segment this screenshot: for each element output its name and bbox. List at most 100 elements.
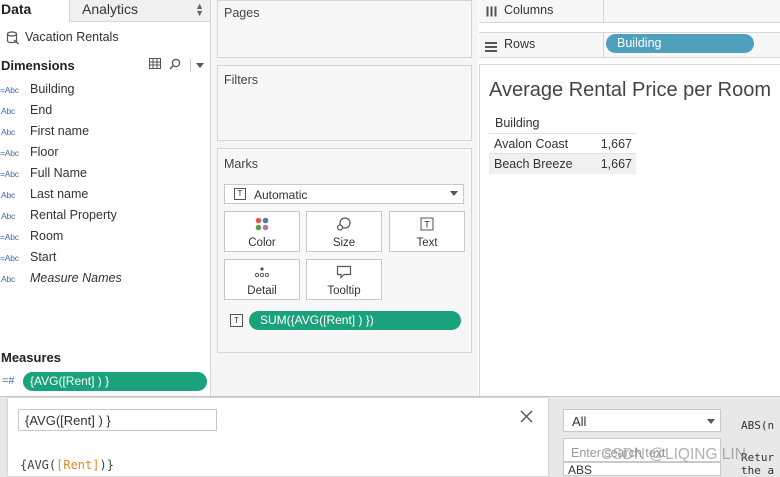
rows-building-pill[interactable]: Building	[606, 34, 754, 53]
calculation-name-input[interactable]: {AVG([Rent] ) }	[18, 409, 217, 431]
datasource-icon	[6, 31, 20, 48]
string-type-icon: =Abc	[0, 232, 19, 242]
field-label: Full Name	[30, 166, 87, 180]
marks-text-pill[interactable]: SUM({AVG([Rent] ) })	[249, 311, 461, 330]
dimension-field[interactable]: =Abc Full Name	[0, 164, 208, 184]
function-description-text: Retur the a	[741, 451, 775, 477]
dimension-field[interactable]: Abc Measure Names	[0, 269, 208, 289]
size-icon	[307, 217, 381, 231]
string-type-icon: =Abc	[0, 148, 19, 158]
function-list-item[interactable]: ABS	[568, 463, 592, 475]
color-button[interactable]: Color	[224, 211, 300, 252]
dimension-field[interactable]: =Abc Room	[0, 227, 208, 247]
datasource-label: Vacation Rentals	[25, 30, 119, 44]
building-cell: Beach Breeze	[494, 157, 573, 171]
tab-analytics-label: Analytics	[82, 1, 139, 17]
number-type-icon: =#	[2, 375, 15, 387]
formula-text: )}	[99, 458, 114, 472]
watermark: CSDN @LIQING LIN	[601, 446, 746, 463]
dimension-field[interactable]: Abc Last name	[0, 185, 208, 205]
chevron-down-icon	[450, 191, 458, 196]
detail-icon	[225, 265, 299, 279]
string-type-icon: Abc	[1, 106, 16, 116]
columns-shelf[interactable]: Columns	[479, 0, 780, 23]
dimension-field[interactable]: Abc First name	[0, 122, 208, 142]
measure-pill[interactable]: {AVG([Rent] ) }	[23, 372, 207, 391]
detail-button[interactable]: Detail	[224, 259, 300, 300]
string-type-icon: =Abc	[0, 169, 19, 179]
dimension-field[interactable]: Abc End	[0, 101, 208, 121]
dimensions-menu-chevron-down-icon[interactable]	[196, 63, 204, 68]
view-title: Average Rental Price per Room	[489, 79, 771, 101]
table-row[interactable]: Avalon Coast 1,667	[489, 133, 636, 154]
function-list[interactable]: ABS	[563, 462, 721, 476]
text-mark-icon: T	[230, 314, 243, 327]
field-label: Floor	[30, 145, 59, 159]
dimension-field[interactable]: =Abc Start	[0, 248, 208, 268]
tooltip-icon	[307, 265, 381, 279]
string-type-icon: Abc	[1, 190, 16, 200]
field-label: Rental Property	[30, 208, 117, 222]
field-label: Last name	[30, 187, 89, 201]
dimension-field[interactable]: =Abc Building	[0, 80, 208, 100]
field-label: Start	[30, 250, 57, 264]
field-label: Building	[30, 82, 75, 96]
svg-text:T: T	[424, 220, 430, 230]
filters-title: Filters	[224, 73, 259, 87]
tooltip-label: Tooltip	[327, 285, 361, 297]
tab-analytics[interactable]: Analytics ▲ ▼	[69, 0, 210, 22]
pages-title: Pages	[224, 6, 260, 20]
field-label: Room	[30, 229, 64, 243]
text-button[interactable]: T Text	[389, 211, 465, 252]
view-canvas	[479, 64, 780, 400]
string-type-icon: Abc	[1, 274, 16, 284]
value-cell: 1,667	[600, 157, 632, 171]
dimension-field[interactable]: =Abc Floor	[0, 143, 208, 163]
string-type-icon: =Abc	[0, 253, 19, 263]
function-category-label: All	[572, 414, 587, 429]
building-column-header[interactable]: Building	[495, 116, 539, 130]
function-category-select[interactable]: All	[563, 409, 721, 432]
mark-type-select[interactable]: T Automatic	[224, 184, 464, 204]
table-row[interactable]: Beach Breeze 1,667	[489, 153, 636, 174]
rows-label: Rows	[504, 37, 536, 51]
size-button[interactable]: Size	[306, 211, 382, 252]
shelf-divider	[603, 0, 604, 22]
size-label: Size	[332, 237, 356, 249]
marks-title: Marks	[224, 157, 259, 171]
view-data-icon[interactable]	[149, 58, 161, 72]
close-icon[interactable]	[520, 410, 533, 428]
dimensions-title: Dimensions	[1, 58, 75, 73]
formula-text: {AVG(	[20, 458, 57, 472]
detail-label: Detail	[247, 285, 277, 297]
formula-editor[interactable]: {AVG([Rent])}	[20, 458, 114, 472]
formula-field-reference: [Rent]	[56, 458, 100, 472]
rows-icon	[485, 39, 497, 57]
field-label: Measure Names	[30, 271, 122, 285]
filters-shelf[interactable]: Filters	[217, 65, 472, 141]
value-cell: 1,667	[600, 137, 632, 151]
dimensions-header: Dimensions	[0, 56, 210, 76]
function-description-title: ABS(n	[741, 419, 775, 432]
dimension-field[interactable]: Abc Rental Property	[0, 206, 208, 226]
header-divider	[190, 59, 191, 72]
pages-shelf[interactable]: Pages	[217, 0, 472, 58]
text-label: Text	[416, 237, 438, 249]
tab-data[interactable]: Data	[0, 0, 68, 22]
columns-icon	[486, 4, 497, 22]
color-label: Color	[248, 237, 276, 249]
measures-title: Measures	[1, 350, 61, 365]
tab-scroll-arrows-icon[interactable]: ▲ ▼	[195, 2, 204, 18]
string-type-icon: Abc	[1, 211, 16, 221]
datasource-item[interactable]: Vacation Rentals	[0, 25, 210, 49]
field-label: First name	[30, 124, 90, 138]
shelf-divider	[603, 33, 604, 57]
text-icon: T	[390, 217, 464, 231]
string-type-icon: =Abc	[0, 85, 19, 95]
string-type-icon: Abc	[1, 127, 16, 137]
search-icon[interactable]	[169, 58, 181, 73]
tooltip-button[interactable]: Tooltip	[306, 259, 382, 300]
chevron-down-icon	[707, 419, 715, 424]
text-mark-icon: T	[234, 188, 246, 200]
mark-type-label: Automatic	[254, 188, 308, 202]
